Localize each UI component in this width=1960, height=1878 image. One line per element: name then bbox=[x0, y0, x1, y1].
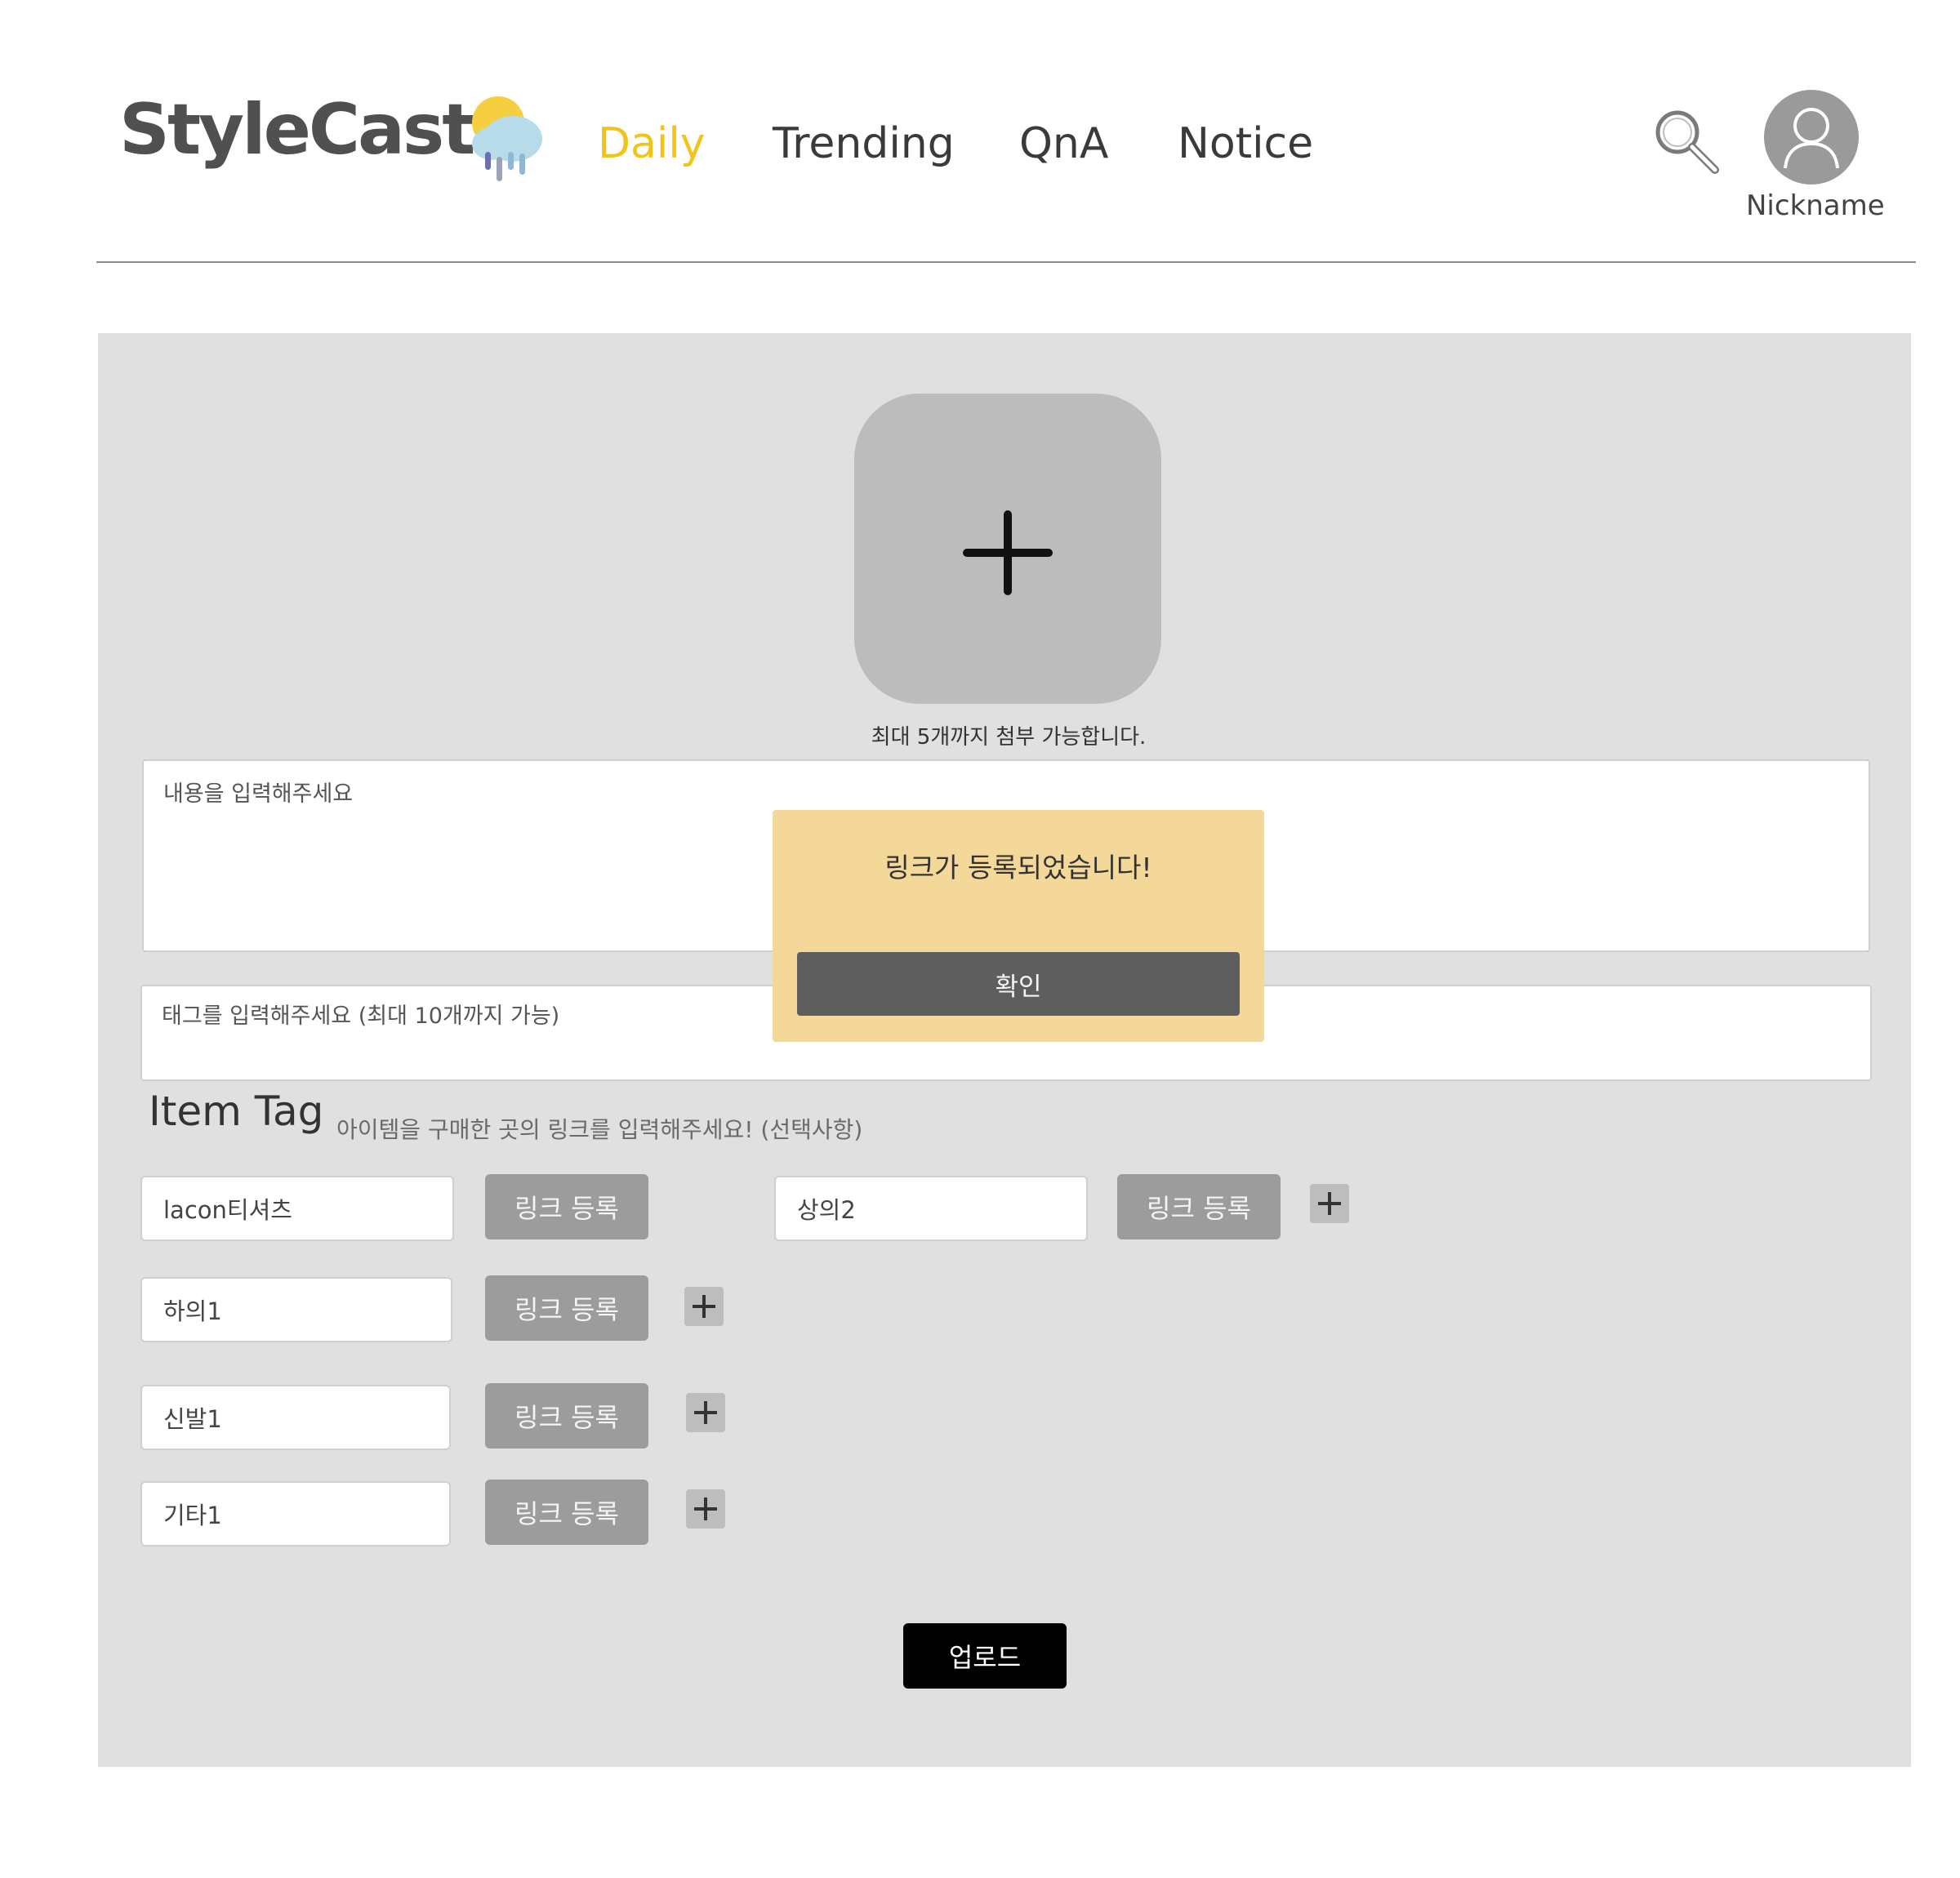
add-item-button[interactable] bbox=[1310, 1184, 1349, 1223]
user-icon bbox=[1784, 108, 1839, 169]
content-placeholder: 내용을 입력해주세요 bbox=[163, 781, 354, 807]
item-input-etc[interactable]: 기타1 bbox=[140, 1481, 451, 1546]
plus-icon bbox=[1318, 1192, 1341, 1215]
plus-icon bbox=[693, 1295, 715, 1318]
image-upload-button[interactable] bbox=[854, 394, 1161, 704]
upload-hint: 최대 5개까지 첨부 가능합니다. bbox=[871, 725, 1147, 750]
search-icon[interactable] bbox=[1651, 106, 1722, 176]
user-nickname[interactable]: Nickname bbox=[1746, 189, 1885, 222]
nav-notice[interactable]: Notice bbox=[1178, 122, 1313, 165]
tag-placeholder: 태그를 입력해주세요 (최대 10개까지 가능) bbox=[162, 1004, 560, 1029]
link-register-button[interactable]: 링크 등록 bbox=[485, 1383, 648, 1449]
item-tag-subtitle: 아이템을 구매한 곳의 링크를 입력해주세요! (선택사항) bbox=[336, 1116, 863, 1143]
header-divider bbox=[96, 261, 1916, 263]
avatar[interactable] bbox=[1764, 90, 1859, 185]
link-register-button[interactable]: 링크 등록 bbox=[485, 1275, 648, 1341]
add-item-button[interactable] bbox=[686, 1489, 725, 1529]
nav-daily[interactable]: Daily bbox=[598, 122, 706, 165]
link-registered-modal: 링크가 등록되었습니다! 확인 bbox=[773, 810, 1264, 1042]
link-register-button[interactable]: 링크 등록 bbox=[1117, 1174, 1281, 1239]
item-input-top-2[interactable]: 상의2 bbox=[774, 1176, 1088, 1241]
add-item-button[interactable] bbox=[684, 1287, 724, 1326]
nav-qna[interactable]: QnA bbox=[1019, 122, 1108, 165]
link-register-button[interactable]: 링크 등록 bbox=[485, 1480, 648, 1545]
plus-icon bbox=[694, 1498, 717, 1520]
add-item-button[interactable] bbox=[686, 1393, 725, 1432]
plus-icon bbox=[963, 510, 1053, 595]
modal-message: 링크가 등록되었습니다! bbox=[884, 852, 1152, 883]
weather-logo-icon bbox=[467, 93, 549, 183]
plus-icon bbox=[694, 1401, 717, 1424]
confirm-button[interactable]: 확인 bbox=[797, 952, 1240, 1016]
item-tag-title: Item Tag bbox=[149, 1088, 324, 1135]
link-register-button[interactable]: 링크 등록 bbox=[485, 1174, 648, 1239]
logo-text[interactable]: StyleCast bbox=[119, 95, 475, 165]
item-input-top[interactable]: lacon티셔츠 bbox=[140, 1176, 454, 1241]
upload-button[interactable]: 업로드 bbox=[903, 1623, 1067, 1689]
nav-trending[interactable]: Trending bbox=[773, 122, 955, 165]
item-input-shoes[interactable]: 신발1 bbox=[140, 1385, 451, 1450]
item-input-bottom[interactable]: 하의1 bbox=[140, 1277, 452, 1342]
